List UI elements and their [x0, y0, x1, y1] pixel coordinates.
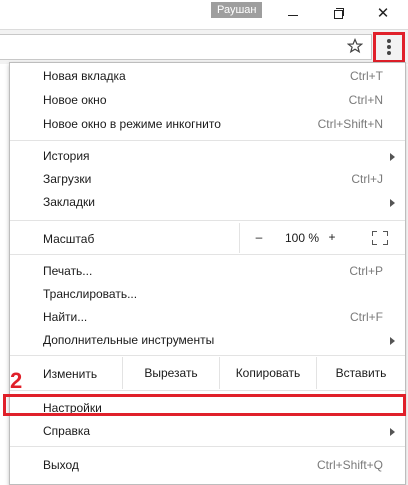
menu-item-incognito[interactable]: Новое окно в режиме инкогнито Ctrl+Shift… — [10, 113, 405, 135]
menu-item-label: Транслировать... — [43, 287, 138, 301]
browser-toolbar — [0, 29, 408, 64]
menu-item-shortcut: Ctrl+P — [349, 264, 383, 278]
submenu-arrow-icon — [390, 428, 395, 436]
edit-label: Изменить — [43, 367, 98, 381]
menu-item-bookmarks[interactable]: Закладки — [10, 191, 405, 213]
fullscreen-corner — [372, 240, 377, 245]
step-marker-2: 2 — [10, 368, 23, 393]
menu-item-more-tools[interactable]: Дополнительные инструменты — [10, 329, 405, 351]
chrome-main-menu: Новая вкладка Ctrl+T Новое окно Ctrl+N Н… — [9, 62, 406, 485]
menu-item-label: Новое окно — [43, 93, 107, 107]
highlight-box-menu — [373, 32, 405, 63]
close-icon: ✕ — [376, 5, 390, 22]
menu-item-exit[interactable]: Выход Ctrl+Shift+Q — [10, 454, 405, 476]
menu-item-label: Найти... — [43, 310, 88, 324]
profile-badge[interactable]: Раушан — [211, 2, 263, 18]
menu-separator — [10, 355, 405, 356]
menu-item-label: Выход — [43, 458, 79, 472]
menu-item-shortcut: Ctrl+F — [350, 310, 383, 324]
zoom-row: Масштаб – 100 % + — [10, 223, 405, 253]
menu-item-cast[interactable]: Транслировать... — [10, 283, 405, 305]
menu-separator — [10, 254, 405, 255]
minimize-icon — [288, 15, 298, 16]
menu-item-label: Печать... — [43, 264, 93, 278]
menu-item-history[interactable]: История — [10, 145, 405, 167]
menu-item-label: Загрузки — [43, 172, 92, 186]
zoom-level: 100 % — [284, 231, 320, 245]
menu-item-shortcut: Ctrl+Shift+Q — [316, 458, 383, 472]
menu-item-shortcut: Ctrl+N — [348, 93, 383, 107]
fullscreen-corner — [383, 231, 388, 236]
menu-item-shortcut: Ctrl+J — [351, 172, 383, 186]
menu-separator — [10, 390, 405, 391]
menu-item-help[interactable]: Справка — [10, 420, 405, 442]
menu-item-shortcut: Ctrl+Shift+N — [317, 117, 383, 131]
submenu-arrow-icon — [390, 337, 395, 345]
menu-item-label: Новое окно в режиме инкогнито — [43, 117, 221, 131]
submenu-arrow-icon — [390, 153, 395, 161]
menu-separator — [10, 220, 405, 221]
menu-separator — [10, 446, 405, 447]
edit-row: Изменить Вырезать Копировать Вставить — [10, 357, 405, 389]
copy-button[interactable]: Копировать — [219, 357, 316, 389]
zoom-out-button[interactable]: – — [252, 230, 266, 244]
menu-item-label: Закладки — [43, 195, 95, 209]
address-bar[interactable] — [0, 34, 372, 60]
highlight-box-settings — [3, 394, 406, 416]
star-icon[interactable] — [347, 38, 363, 54]
menu-item-label: Новая вкладка — [43, 69, 126, 83]
paste-button[interactable]: Вставить — [316, 357, 405, 389]
menu-item-shortcut: Ctrl+T — [350, 69, 383, 83]
menu-item-find[interactable]: Найти... Ctrl+F — [10, 306, 405, 328]
fullscreen-corner — [383, 240, 388, 245]
submenu-arrow-icon — [390, 199, 395, 207]
menu-item-downloads[interactable]: Загрузки Ctrl+J — [10, 168, 405, 190]
zoom-label: Масштаб — [43, 232, 95, 246]
zoom-in-button[interactable]: + — [325, 230, 339, 244]
fullscreen-icon[interactable] — [372, 231, 388, 245]
menu-item-label: Справка — [43, 424, 91, 438]
menu-item-label: История — [43, 149, 90, 163]
menu-item-new-window[interactable]: Новое окно Ctrl+N — [10, 89, 405, 111]
zoom-controls: – 100 % + — [239, 223, 406, 253]
restore-button[interactable] — [323, 4, 353, 24]
menu-separator — [10, 140, 405, 141]
title-bar: Раушан ✕ — [0, 0, 408, 28]
menu-item-print[interactable]: Печать... Ctrl+P — [10, 260, 405, 282]
minimize-button[interactable] — [278, 4, 308, 24]
fullscreen-corner — [372, 231, 377, 236]
menu-item-new-tab[interactable]: Новая вкладка Ctrl+T — [10, 65, 405, 87]
restore-icon — [334, 10, 343, 19]
menu-item-label: Дополнительные инструменты — [43, 333, 215, 347]
cut-button[interactable]: Вырезать — [122, 357, 219, 389]
close-button[interactable]: ✕ — [368, 4, 398, 24]
